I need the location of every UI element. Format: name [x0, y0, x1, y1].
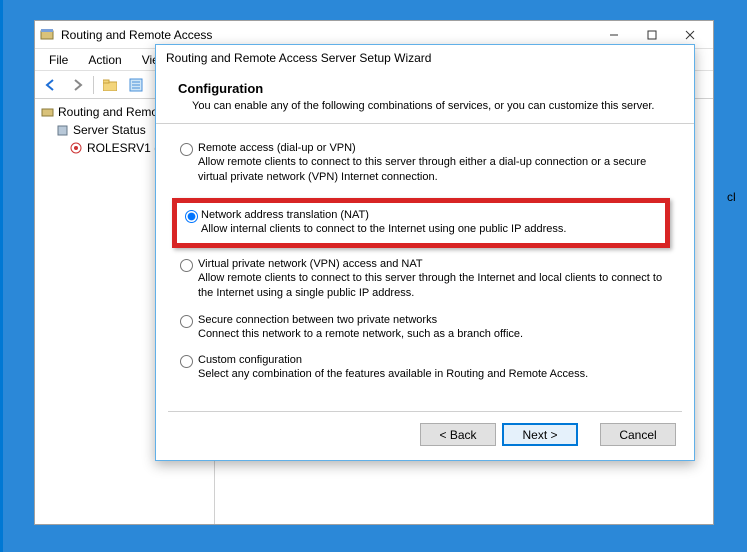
- rras-icon: [40, 105, 54, 119]
- option-desc: Allow remote clients to connect to this …: [198, 155, 670, 185]
- properties-button[interactable]: [124, 74, 148, 96]
- highlighted-option: Network address translation (NAT) Allow …: [172, 198, 670, 248]
- folder-button[interactable]: [98, 74, 122, 96]
- server-stopped-icon: [69, 141, 83, 155]
- radio-nat[interactable]: [185, 210, 198, 223]
- radio-secure-connection[interactable]: [180, 315, 193, 328]
- radio-custom[interactable]: [180, 355, 193, 368]
- toolbar-separator: [93, 76, 94, 94]
- config-subheading: You can enable any of the following comb…: [178, 99, 676, 113]
- button-separator: [168, 411, 682, 412]
- option-label: Virtual private network (VPN) access and…: [198, 258, 670, 270]
- option-secure-connection[interactable]: Secure connection between two private ne…: [198, 314, 670, 342]
- wizard-dialog: Routing and Remote Access Server Setup W…: [155, 44, 695, 461]
- minimize-button[interactable]: [595, 24, 633, 46]
- tree-server-status-label: Server Status: [73, 123, 146, 137]
- option-custom[interactable]: Custom configuration Select any combinat…: [198, 354, 670, 382]
- option-label: Remote access (dial-up or VPN): [198, 142, 670, 154]
- wizard-body: Remote access (dial-up or VPN) Allow rem…: [156, 124, 694, 403]
- option-desc: Allow remote clients to connect to this …: [198, 271, 670, 301]
- menu-action[interactable]: Action: [82, 51, 127, 69]
- option-label: Secure connection between two private ne…: [198, 314, 670, 326]
- option-vpn-nat[interactable]: Virtual private network (VPN) access and…: [198, 258, 670, 301]
- wizard-title[interactable]: Routing and Remote Access Server Setup W…: [156, 45, 694, 71]
- option-label: Network address translation (NAT): [201, 209, 657, 221]
- window-title: Routing and Remote Access: [61, 28, 595, 42]
- option-desc: Connect this network to a remote network…: [198, 327, 670, 342]
- option-remote-access[interactable]: Remote access (dial-up or VPN) Allow rem…: [198, 142, 670, 185]
- desktop-edge: [735, 0, 747, 552]
- server-icon: [55, 123, 69, 137]
- radio-remote-access[interactable]: [180, 143, 193, 156]
- wizard-buttons: < Back Next > Cancel: [420, 423, 676, 446]
- option-label: Custom configuration: [198, 354, 670, 366]
- maximize-button[interactable]: [633, 24, 671, 46]
- option-desc: Allow internal clients to connect to the…: [201, 222, 657, 237]
- wizard-header: Configuration You can enable any of the …: [156, 71, 694, 124]
- forward-button[interactable]: [65, 74, 89, 96]
- back-button[interactable]: [39, 74, 63, 96]
- radio-vpn-nat[interactable]: [180, 259, 193, 272]
- close-button[interactable]: [671, 24, 709, 46]
- option-desc: Select any combination of the features a…: [198, 367, 670, 382]
- menu-file[interactable]: File: [43, 51, 74, 69]
- app-icon: [39, 27, 55, 43]
- cancel-button[interactable]: Cancel: [600, 423, 676, 446]
- tree-root-label: Routing and Remote: [58, 105, 168, 119]
- back-button[interactable]: < Back: [420, 423, 496, 446]
- config-heading: Configuration: [178, 81, 676, 96]
- next-button[interactable]: Next >: [502, 423, 578, 446]
- option-nat[interactable]: Network address translation (NAT) Allow …: [201, 209, 657, 237]
